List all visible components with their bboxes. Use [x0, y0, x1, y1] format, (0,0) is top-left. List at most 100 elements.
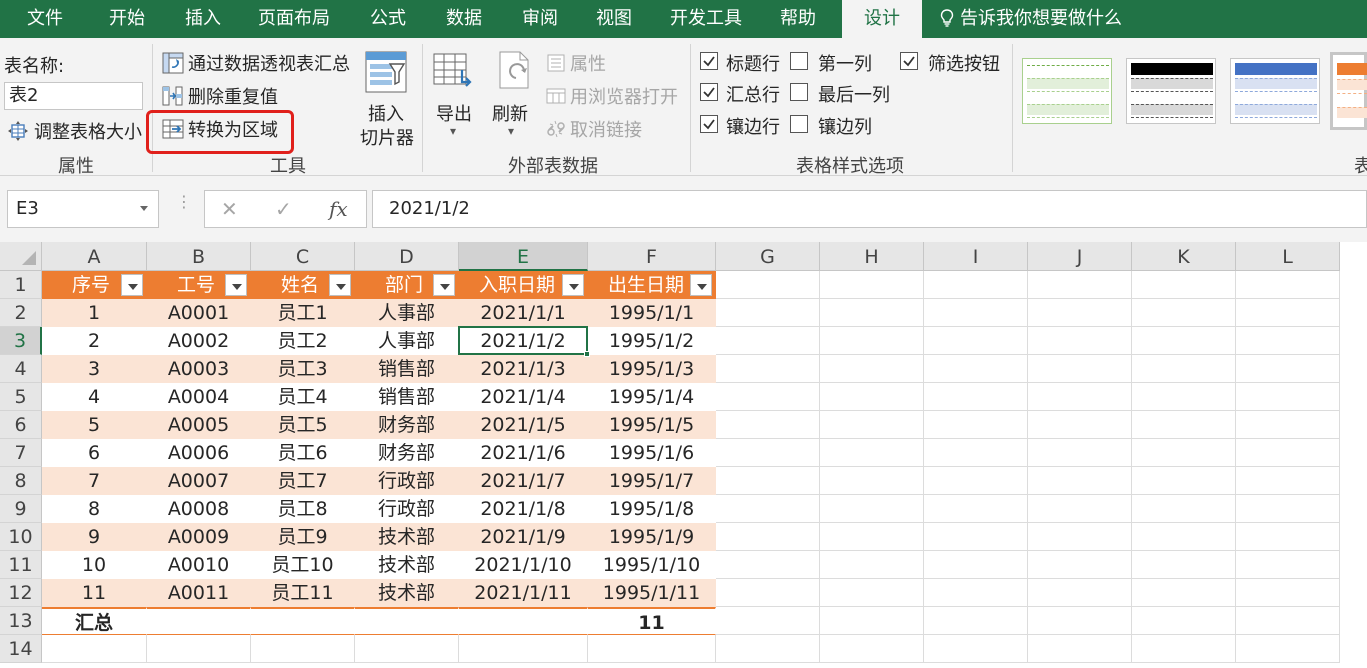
- row-header-14[interactable]: 14: [0, 635, 42, 663]
- table-cell[interactable]: 1995/1/2: [588, 327, 716, 355]
- empty-cell[interactable]: [1132, 383, 1236, 411]
- row-header-5[interactable]: 5: [0, 383, 42, 411]
- column-header-i[interactable]: I: [924, 242, 1028, 271]
- empty-cell[interactable]: [716, 271, 820, 299]
- table-cell[interactable]: 员工7: [251, 467, 355, 495]
- total-row-checkbox[interactable]: [700, 83, 718, 101]
- table-cell[interactable]: 财务部: [355, 411, 459, 439]
- empty-cell[interactable]: [1132, 299, 1236, 327]
- table-cell[interactable]: 2021/1/10: [459, 551, 588, 579]
- empty-cell[interactable]: [924, 411, 1028, 439]
- column-header-f[interactable]: F: [588, 242, 716, 271]
- empty-cell[interactable]: [1132, 355, 1236, 383]
- table-cell[interactable]: 1995/1/7: [588, 467, 716, 495]
- last-column-option[interactable]: 最后一列: [790, 81, 900, 107]
- empty-cell[interactable]: [1028, 355, 1132, 383]
- empty-cell[interactable]: [820, 467, 924, 495]
- column-header-e[interactable]: E: [459, 242, 588, 271]
- column-header-g[interactable]: G: [716, 242, 820, 271]
- total-row-option[interactable]: 汇总行: [698, 81, 788, 107]
- empty-cell[interactable]: [1028, 523, 1132, 551]
- empty-cell[interactable]: [1028, 495, 1132, 523]
- table-header-cell[interactable]: 工号: [147, 271, 251, 299]
- empty-cell[interactable]: [820, 355, 924, 383]
- table-cell[interactable]: 财务部: [355, 439, 459, 467]
- table-cell[interactable]: 1995/1/3: [588, 355, 716, 383]
- name-box-dropdown-icon[interactable]: [140, 206, 148, 211]
- empty-cell[interactable]: [1132, 495, 1236, 523]
- table-cell[interactable]: 1995/1/1: [588, 299, 716, 327]
- empty-cell[interactable]: [716, 439, 820, 467]
- tab-data[interactable]: 数据: [432, 0, 496, 38]
- table-cell[interactable]: 2021/1/2: [459, 327, 588, 355]
- table-cell[interactable]: 2021/1/3: [459, 355, 588, 383]
- column-header-c[interactable]: C: [251, 242, 355, 271]
- empty-cell[interactable]: [716, 635, 820, 663]
- table-cell[interactable]: 1995/1/5: [588, 411, 716, 439]
- unlink-button[interactable]: 取消链接: [546, 116, 656, 142]
- row-header-10[interactable]: 10: [0, 523, 42, 551]
- table-cell[interactable]: 9: [42, 523, 147, 551]
- formula-bar-grip-icon[interactable]: ⋮: [176, 194, 192, 210]
- total-row-cell[interactable]: [355, 607, 459, 635]
- empty-cell[interactable]: [820, 439, 924, 467]
- table-cell[interactable]: 人事部: [355, 327, 459, 355]
- empty-cell[interactable]: [1028, 551, 1132, 579]
- tab-file[interactable]: 文件: [10, 0, 80, 38]
- empty-cell[interactable]: [459, 635, 588, 663]
- filter-dropdown-button[interactable]: [225, 274, 247, 296]
- row-header-8[interactable]: 8: [0, 467, 42, 495]
- empty-cell[interactable]: [716, 551, 820, 579]
- table-cell[interactable]: 员工8: [251, 495, 355, 523]
- table-cell[interactable]: A0001: [147, 299, 251, 327]
- table-style-blue[interactable]: [1230, 58, 1320, 124]
- table-cell[interactable]: 销售部: [355, 355, 459, 383]
- column-header-a[interactable]: A: [42, 242, 147, 271]
- empty-cell[interactable]: [924, 607, 1028, 635]
- empty-cell[interactable]: [1132, 635, 1236, 663]
- insert-slicer-button[interactable]: 插入 切片器: [356, 48, 418, 149]
- formula-input[interactable]: 2021/1/2: [372, 190, 1367, 228]
- empty-cell[interactable]: [924, 327, 1028, 355]
- total-row-cell[interactable]: 汇总: [42, 607, 147, 635]
- empty-cell[interactable]: [1028, 635, 1132, 663]
- empty-cell[interactable]: [716, 383, 820, 411]
- empty-cell[interactable]: [1132, 271, 1236, 299]
- empty-cell[interactable]: [1028, 299, 1132, 327]
- table-cell[interactable]: 11: [42, 579, 147, 607]
- tab-design[interactable]: 设计: [842, 0, 922, 38]
- banded-columns-checkbox[interactable]: [790, 115, 808, 133]
- table-cell[interactable]: 2021/1/6: [459, 439, 588, 467]
- empty-cell[interactable]: [924, 495, 1028, 523]
- table-cell[interactable]: 员工4: [251, 383, 355, 411]
- table-cell[interactable]: 2021/1/7: [459, 467, 588, 495]
- empty-cell[interactable]: [1236, 383, 1340, 411]
- table-cell[interactable]: 8: [42, 495, 147, 523]
- summarize-pivot-button[interactable]: 通过数据透视表汇总: [160, 50, 352, 76]
- table-header-cell[interactable]: 出生日期: [588, 271, 716, 299]
- table-cell[interactable]: 技术部: [355, 523, 459, 551]
- table-cell[interactable]: 7: [42, 467, 147, 495]
- table-cell[interactable]: 2021/1/11: [459, 579, 588, 607]
- empty-cell[interactable]: [924, 439, 1028, 467]
- table-cell[interactable]: 员工11: [251, 579, 355, 607]
- empty-cell[interactable]: [1132, 467, 1236, 495]
- refresh-button[interactable]: 刷新 ▾: [490, 48, 540, 148]
- empty-cell[interactable]: [1132, 579, 1236, 607]
- export-button[interactable]: 导出 ▾: [430, 48, 480, 148]
- table-cell[interactable]: 员工3: [251, 355, 355, 383]
- select-all-button[interactable]: [0, 242, 42, 271]
- tab-review[interactable]: 审阅: [508, 0, 572, 38]
- row-header-4[interactable]: 4: [0, 355, 42, 383]
- empty-cell[interactable]: [716, 607, 820, 635]
- empty-cell[interactable]: [924, 635, 1028, 663]
- empty-cell[interactable]: [716, 523, 820, 551]
- total-row-cell[interactable]: [147, 607, 251, 635]
- table-cell[interactable]: A0006: [147, 439, 251, 467]
- banded-columns-option[interactable]: 镶边列: [790, 113, 890, 139]
- empty-cell[interactable]: [924, 467, 1028, 495]
- empty-cell[interactable]: [1236, 299, 1340, 327]
- empty-cell[interactable]: [924, 551, 1028, 579]
- empty-cell[interactable]: [1236, 411, 1340, 439]
- table-style-black[interactable]: [1126, 58, 1216, 124]
